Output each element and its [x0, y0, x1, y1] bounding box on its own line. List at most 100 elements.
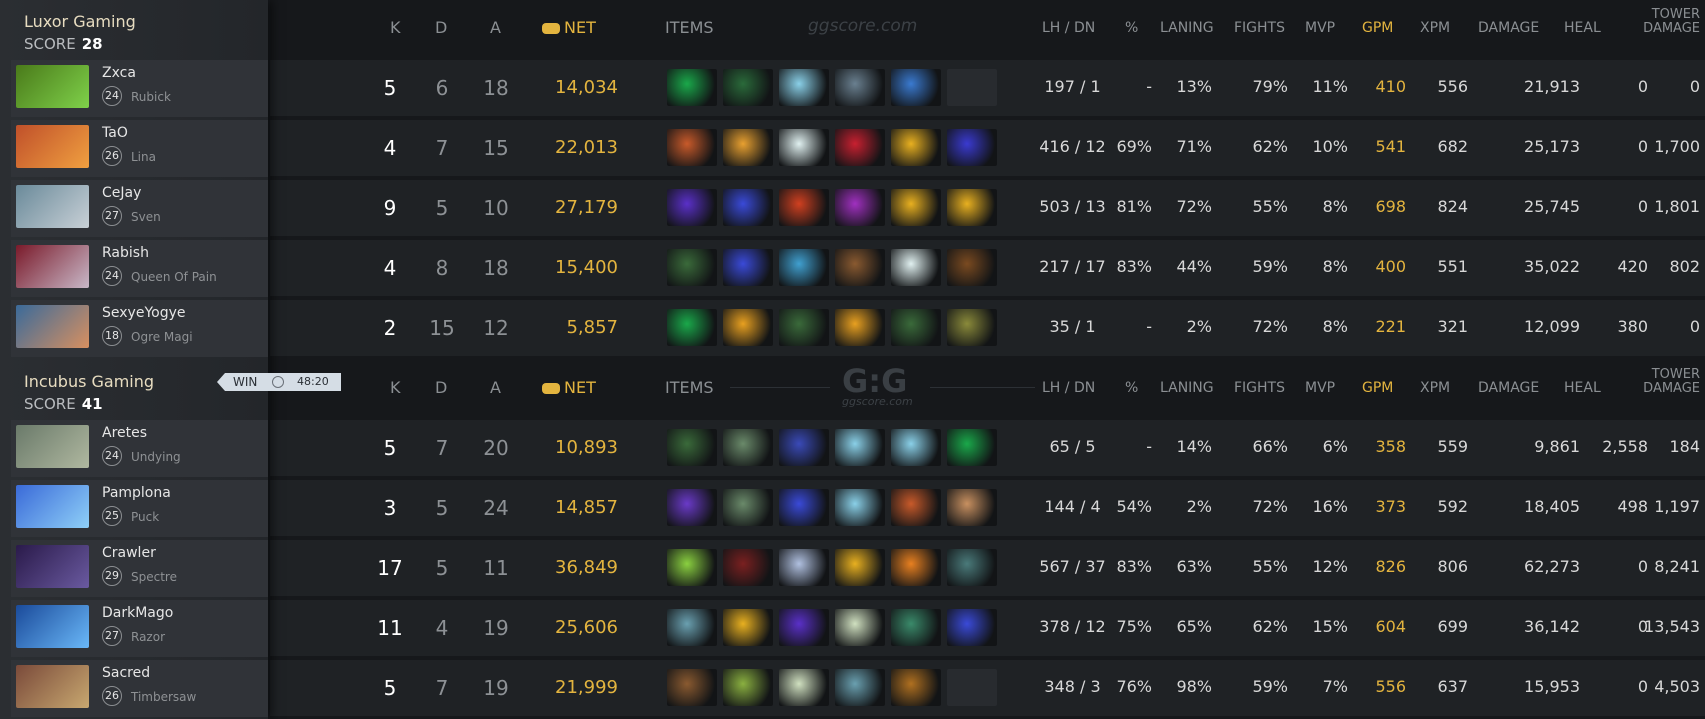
- header-a: A: [490, 378, 501, 397]
- hero-portrait: [16, 425, 89, 468]
- team-header-luxor: Luxor Gaming SCORE 28: [0, 0, 268, 58]
- item-icon: [947, 489, 997, 526]
- item-icon: [947, 249, 997, 286]
- stat-net-worth: 36,849: [555, 557, 618, 578]
- item-icon: [667, 489, 717, 526]
- header-k: K: [390, 18, 401, 37]
- player-card[interactable]: Aretes 24 Undying: [11, 420, 268, 477]
- stat-fights: 59%: [1252, 677, 1288, 696]
- stat-fights: 66%: [1252, 437, 1288, 456]
- stat-kills: 4: [383, 256, 397, 280]
- item-icon: [835, 69, 885, 106]
- player-row: 4 7 15 22,013 416 / 12 69% 71% 62% 10% 541 682 25,1…: [270, 120, 1705, 176]
- header-items: ITEMS: [665, 18, 714, 37]
- stat-gpm: 541: [1375, 137, 1406, 156]
- stat-xpm: 559: [1437, 437, 1468, 456]
- header-xpm: XPM: [1420, 20, 1451, 36]
- item-icon: [779, 609, 829, 646]
- player-card[interactable]: Rabish 24 Queen Of Pain: [11, 240, 268, 297]
- header-a: A: [490, 18, 501, 37]
- watermark-top: ggscore.com: [808, 16, 918, 36]
- hero-name: Razor: [131, 630, 166, 644]
- item-icon: [835, 309, 885, 346]
- item-icon: [835, 549, 885, 586]
- item-icon: [779, 489, 829, 526]
- stat-deaths: 6: [435, 76, 449, 100]
- stat-deaths: 7: [435, 436, 449, 460]
- stat-fights: 72%: [1252, 497, 1288, 516]
- player-card[interactable]: Zxca 24 Rubick: [11, 60, 268, 117]
- stat-damage: 35,022: [1524, 257, 1580, 276]
- hero-level: 27: [102, 626, 122, 646]
- item-icon: [667, 69, 717, 106]
- gold-coins-icon: [542, 383, 560, 394]
- player-card[interactable]: SexyeYogye 18 Ogre Magi: [11, 300, 268, 357]
- player-name: CeJay: [102, 185, 142, 201]
- hero-level: 26: [102, 146, 122, 166]
- item-icon: [835, 429, 885, 466]
- stat-fights: 62%: [1252, 617, 1288, 636]
- stat-laning: 98%: [1176, 677, 1212, 696]
- empty-item-slot: [947, 669, 997, 706]
- divider-left: [730, 387, 830, 388]
- item-icon: [835, 669, 885, 706]
- player-card[interactable]: Sacred 26 Timbersaw: [11, 660, 268, 717]
- item-icon: [723, 549, 773, 586]
- stat-tower-damage: 1,801: [1654, 197, 1700, 216]
- item-icon: [667, 429, 717, 466]
- player-card[interactable]: Pamplona 25 Puck: [11, 480, 268, 537]
- hero-level: 24: [102, 266, 122, 286]
- header-fights: FIGHTS: [1234, 380, 1285, 396]
- item-icon: [947, 189, 997, 226]
- stat-kills: 5: [383, 76, 397, 100]
- watermark-sub: ggscore.com: [842, 395, 913, 408]
- stat-gpm: 604: [1375, 617, 1406, 636]
- stat-xpm: 556: [1437, 77, 1468, 96]
- player-name: SexyeYogye: [102, 305, 186, 321]
- item-icon: [723, 429, 773, 466]
- stat-net-worth: 25,606: [555, 617, 618, 638]
- stat-tower-damage: 13,543: [1644, 617, 1700, 636]
- stat-net-worth: 14,034: [555, 77, 618, 98]
- player-row: 5 6 18 14,034 197 / 1-13% 79% 11% 410 556 21,913 0…: [270, 60, 1705, 116]
- item-icon: [835, 249, 885, 286]
- empty-item-slot: [947, 69, 997, 106]
- clock-icon: [272, 376, 284, 388]
- header-gpm: GPM: [1362, 380, 1394, 396]
- stat-mvp: 15%: [1312, 617, 1348, 636]
- stat-percent: 54%: [1116, 497, 1152, 516]
- stat-kills: 5: [383, 676, 397, 700]
- hero-level: 24: [102, 446, 122, 466]
- left-panel: Luxor Gaming SCORE 28 Incubus Gaming SCOR…: [0, 0, 268, 719]
- item-icon: [723, 669, 773, 706]
- player-card[interactable]: Crawler 29 Spectre: [11, 540, 268, 597]
- stat-net-worth: 14,857: [555, 497, 618, 518]
- hero-portrait: [16, 185, 89, 228]
- hero-portrait: [16, 605, 89, 648]
- player-card[interactable]: CeJay 27 Sven: [11, 180, 268, 237]
- hero-level: 27: [102, 206, 122, 226]
- gold-coins-icon: [542, 23, 560, 34]
- hero-portrait: [16, 665, 89, 708]
- item-icon: [667, 549, 717, 586]
- header-pct: %: [1125, 380, 1139, 396]
- item-icon: [835, 189, 885, 226]
- header-tower-damage: TOWER DAMAGE: [1643, 7, 1700, 36]
- player-card[interactable]: DarkMago 27 Razor: [11, 600, 268, 657]
- header-items: ITEMS: [665, 378, 714, 397]
- item-icon: [723, 249, 773, 286]
- header-mvp: MVP: [1305, 380, 1336, 396]
- player-row: 5 7 20 10,893 65 / 5-14% 66% 6% 358 559 9,861 2,55…: [270, 420, 1705, 476]
- stat-fights: 62%: [1252, 137, 1288, 156]
- stat-tower-damage: 802: [1669, 257, 1700, 276]
- hero-name: Lina: [131, 150, 156, 164]
- hero-level: 18: [102, 326, 122, 346]
- stat-damage: 36,142: [1524, 617, 1580, 636]
- hero-name: Puck: [131, 510, 160, 524]
- player-card[interactable]: TaO 26 Lina: [11, 120, 268, 177]
- stat-mvp: 8%: [1322, 317, 1348, 336]
- item-icon: [723, 309, 773, 346]
- divider-right: [930, 387, 1035, 388]
- stat-laning: 2%: [1186, 497, 1212, 516]
- player-name: Zxca: [102, 65, 136, 81]
